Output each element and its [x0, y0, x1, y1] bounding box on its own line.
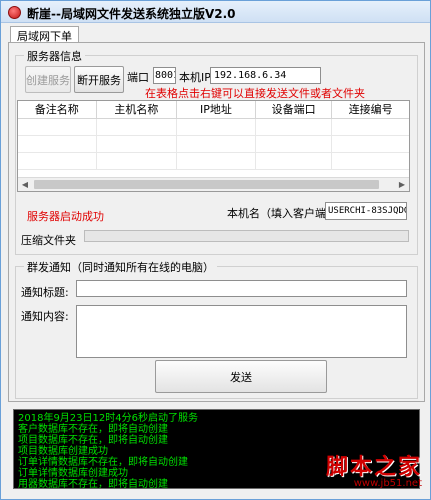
column-device-port[interactable]: 设备端口 — [256, 101, 333, 119]
scroll-left-icon[interactable]: ◀ — [18, 178, 32, 191]
log-line: 项目数据库不存在，即将自动创建 — [18, 435, 168, 446]
port-input[interactable]: 8001 — [153, 67, 176, 84]
log-line: 客户数据库不存在，即将自动创建 — [18, 424, 168, 435]
notice-title-label: 通知标题: — [21, 286, 69, 299]
column-connection-id[interactable]: 连接编号 — [332, 101, 409, 119]
notice-content-textarea[interactable] — [76, 305, 407, 358]
ip-label: 本机IP — [179, 71, 211, 84]
hostname-label: 本机名（填入客户端） — [227, 207, 337, 220]
table-row[interactable] — [18, 136, 409, 153]
column-ip-address[interactable]: IP地址 — [177, 101, 256, 119]
table-header: 备注名称 主机名称 IP地址 设备端口 连接编号 — [18, 101, 409, 119]
table-row[interactable] — [18, 119, 409, 136]
notice-content-label: 通知内容: — [21, 310, 69, 323]
scrollbar-thumb[interactable] — [34, 180, 379, 189]
stop-service-button[interactable]: 断开服务 — [74, 66, 124, 93]
broadcast-group-label: 群发通知（同时通知所有在线的电脑） — [24, 259, 217, 275]
tab-lan-order[interactable]: 局域网下单 — [10, 26, 79, 43]
server-status-text: 服务器启动成功 — [27, 210, 104, 223]
table-hint: 在表格点击右键可以直接发送文件或者文件夹 — [145, 87, 365, 100]
app-icon — [8, 6, 21, 19]
scroll-right-icon[interactable]: ▶ — [395, 178, 409, 191]
tab-panel: 服务器信息 创建服务 断开服务 端口 8001 本机IP 192.168.6.3… — [8, 42, 425, 402]
log-line: 2018年9月23日12时4分6秒启动了服务 — [18, 413, 198, 424]
ip-input[interactable]: 192.168.6.34 — [210, 67, 321, 84]
compress-progress-bar — [84, 230, 409, 242]
port-label: 端口 — [127, 71, 149, 84]
hostname-input[interactable]: USERCHI-83SJQDG — [325, 202, 407, 220]
app-window: 断崖--局域网文件发送系统独立版V2.0 局域网下单 服务器信息 创建服务 断开… — [0, 0, 431, 500]
compress-folder-label: 压缩文件夹 — [21, 234, 76, 247]
watermark-logo: 脚本之家 www.jb51.net — [326, 449, 422, 489]
create-service-button[interactable]: 创建服务 — [25, 66, 71, 93]
client-table[interactable]: 备注名称 主机名称 IP地址 设备端口 连接编号 ◀ ▶ — [17, 100, 410, 192]
notice-title-input[interactable] — [76, 280, 407, 297]
watermark-main-text: 脚本之家 — [325, 454, 422, 480]
column-note-name[interactable]: 备注名称 — [18, 101, 97, 119]
window-title: 断崖--局域网文件发送系统独立版V2.0 — [27, 7, 236, 21]
title-bar[interactable]: 断崖--局域网文件发送系统独立版V2.0 — [1, 1, 430, 23]
table-row[interactable] — [18, 153, 409, 170]
column-host-name[interactable]: 主机名称 — [97, 101, 178, 119]
table-horizontal-scrollbar[interactable]: ◀ ▶ — [18, 177, 409, 191]
server-info-group-label: 服务器信息 — [24, 48, 85, 64]
send-button[interactable]: 发送 — [155, 360, 327, 393]
